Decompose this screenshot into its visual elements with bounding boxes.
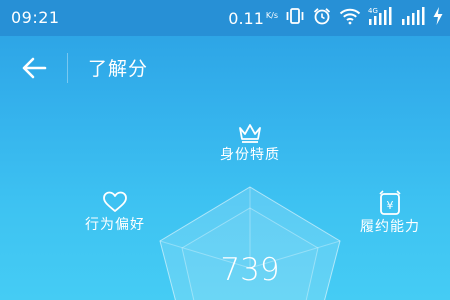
page-title: 了解分 <box>88 58 149 80</box>
heart-icon <box>103 191 127 212</box>
charging-icon <box>432 6 444 30</box>
signal-icon <box>401 6 425 30</box>
dimension-performance-label: 履约能力 <box>360 219 420 235</box>
dimension-behavior[interactable]: 行为偏好 <box>70 190 160 234</box>
network-speed-value: 0.11 <box>228 8 264 28</box>
network-type-label: 4G <box>368 7 378 15</box>
app-bar: 了解分 <box>0 36 450 100</box>
header-divider <box>67 53 68 83</box>
back-arrow-icon <box>22 57 47 79</box>
network-speed-unit: K/s <box>265 10 278 20</box>
status-bar: 09:21 0.11 K/s 4G <box>0 0 450 36</box>
crown-icon <box>239 124 261 143</box>
signal-4g-icon: 4G <box>368 6 394 30</box>
wifi-icon <box>339 7 361 29</box>
back-button[interactable] <box>18 54 50 82</box>
currency-symbol: ¥ <box>387 199 394 212</box>
network-speed: 0.11 K/s <box>228 9 278 28</box>
dimension-performance[interactable]: ¥ 履约能力 <box>340 190 440 236</box>
status-time: 09:21 <box>11 8 60 27</box>
dimension-behavior-label: 行为偏好 <box>85 217 145 233</box>
wallet-icon: ¥ <box>379 190 401 215</box>
alarm-icon <box>312 7 332 29</box>
vibrate-icon <box>285 7 305 29</box>
dimension-identity-label: 身份特质 <box>220 147 280 163</box>
dimension-identity[interactable]: 身份特质 <box>205 122 295 164</box>
status-icons: 0.11 K/s 4G <box>228 7 444 29</box>
credit-score: 739 <box>220 252 280 288</box>
